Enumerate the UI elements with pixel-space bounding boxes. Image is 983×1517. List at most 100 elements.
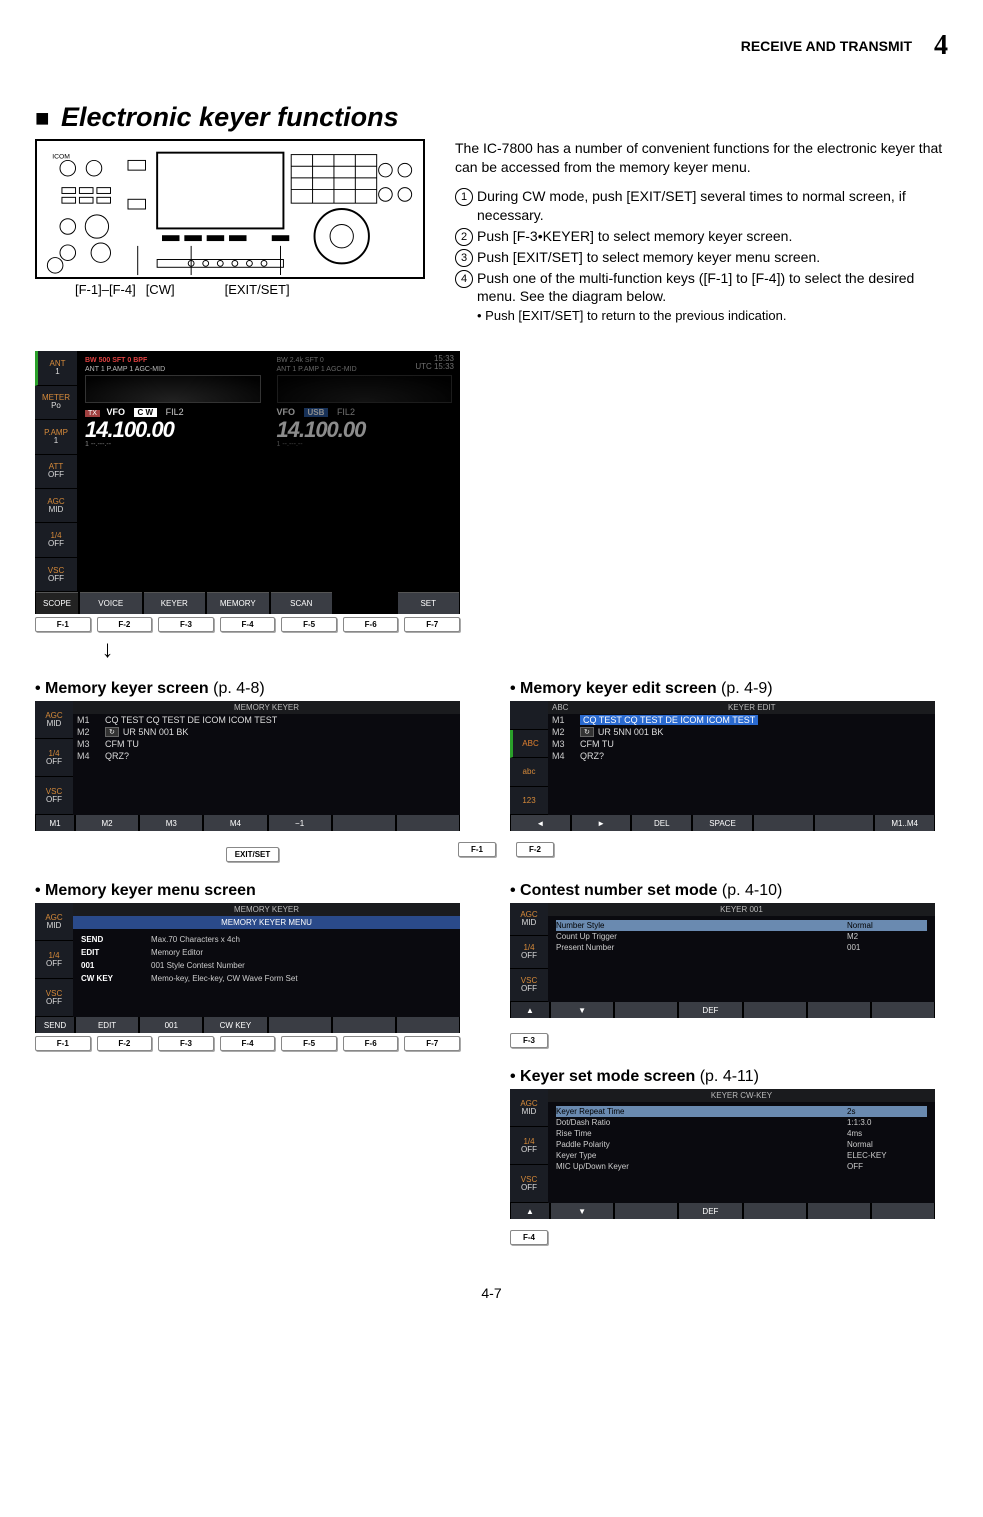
side-button: P.AMP1 — [35, 420, 77, 454]
fkey-label: F-4 — [220, 1036, 276, 1051]
soft-button: EDIT — [76, 1017, 138, 1033]
tab: VOICE — [80, 592, 142, 614]
caption-contest: • Contest number set mode (p. 4-10) — [510, 882, 945, 900]
soft-button: SEND — [36, 1017, 74, 1033]
fkey-label: F-5 — [281, 617, 337, 632]
fkey-label: F-3 — [158, 617, 214, 632]
side-button: AGCMID — [35, 489, 77, 523]
page-header: RECEIVE AND TRANSMIT 4 — [35, 30, 948, 62]
intro-text: The IC-7800 has a number of convenient f… — [455, 139, 948, 177]
steps-list: 1During CW mode, push [EXIT/SET] several… — [455, 187, 948, 307]
fkey-label: F-2 — [97, 617, 153, 632]
side-button: 1/4OFF — [35, 523, 77, 557]
caption-edit: • Memory keyer edit screen (p. 4-9) — [510, 680, 945, 698]
chapter-number: 4 — [934, 30, 948, 62]
soft-button: DEF — [679, 1203, 741, 1219]
soft-button — [397, 1017, 459, 1033]
side-button: ANT1 — [35, 351, 77, 385]
soft-button: M1..M4 — [875, 815, 934, 831]
soft-button — [872, 1002, 934, 1018]
svg-text:ICOM: ICOM — [52, 153, 70, 160]
fkey-label: F-1 — [35, 617, 91, 632]
soft-button: ► — [572, 815, 631, 831]
side-button: AGCMID — [510, 903, 548, 936]
caption-menu: • Memory keyer menu screen — [35, 882, 470, 900]
caption-mem-keyer: • Memory keyer screen (p. 4-8) — [35, 680, 470, 698]
tab: SET — [398, 592, 460, 614]
soft-button: ▲ — [511, 1002, 549, 1018]
soft-button — [815, 815, 874, 831]
exitset-chip: EXIT/SET — [226, 847, 280, 862]
soft-button: DEL — [632, 815, 691, 831]
side-button: AGCMID — [35, 701, 73, 739]
side-button: VSCOFF — [510, 969, 548, 1002]
soft-button: ◄ — [511, 815, 570, 831]
freq-sub: 14.100.00 — [277, 417, 453, 443]
step-2: Push [F-3•KEYER] to select memory keyer … — [477, 227, 948, 246]
main-display-screenshot: ANT1METERPoP.AMP1ATTOFFAGCMID1/4OFFVSCOF… — [35, 351, 460, 614]
tab: KEYER — [144, 592, 206, 614]
soft-button — [333, 815, 395, 831]
soft-button — [615, 1203, 677, 1219]
side-button: VSCOFF — [35, 558, 77, 592]
side-button: VSCOFF — [35, 777, 73, 815]
soft-button — [872, 1203, 934, 1219]
caption-keyerset: • Keyer set mode screen (p. 4-11) — [510, 1068, 945, 1086]
soft-button: M2 — [76, 815, 138, 831]
keyer-edit-screenshot: ABCabc123 ABCKEYER EDIT M1CQ TEST CQ TES… — [510, 701, 935, 831]
fkey-label: F-2 — [97, 1036, 153, 1051]
f2-chip: F-2 — [516, 842, 554, 857]
fkey-label: F-6 — [343, 617, 399, 632]
tab-scope: SCOPE — [36, 592, 78, 614]
page-title: ■ Electronic keyer functions — [35, 102, 948, 133]
arrow-down-icon: ↓ — [0, 638, 320, 662]
tab — [334, 592, 396, 614]
title-text: Electronic keyer functions — [61, 102, 399, 132]
side-button: AGCMID — [35, 903, 73, 941]
soft-button: DEF — [679, 1002, 741, 1018]
tab: SCAN — [271, 592, 333, 614]
soft-button — [615, 1002, 677, 1018]
soft-button: M3 — [140, 815, 202, 831]
side-button: 1/4OFF — [510, 1127, 548, 1165]
soft-button — [333, 1017, 395, 1033]
soft-button — [808, 1002, 870, 1018]
fkey-label: F-7 — [404, 1036, 460, 1051]
freq-main: 14.100.00 — [85, 417, 261, 443]
soft-button — [744, 1203, 806, 1219]
f1-chip: F-1 — [458, 842, 496, 857]
soft-button: ▼ — [551, 1002, 613, 1018]
callout-cw: [CW] — [146, 282, 175, 297]
soft-button: M4 — [204, 815, 266, 831]
f4-chip: F-4 — [510, 1230, 548, 1245]
soft-button: −1 — [269, 815, 331, 831]
section-title: RECEIVE AND TRANSMIT — [741, 38, 912, 54]
fkey-label: F-6 — [343, 1036, 399, 1051]
soft-button: ▲ — [511, 1203, 549, 1219]
soft-button: SPACE — [693, 815, 752, 831]
fkey-label: F-3 — [158, 1036, 214, 1051]
step-4: Push one of the multi-function keys ([F-… — [477, 269, 948, 307]
side-button: 1/4OFF — [510, 936, 548, 969]
radio-front-panel-diagram: ICOM — [35, 139, 425, 279]
side-button: METERPo — [35, 386, 77, 420]
fkey-label: F-7 — [404, 617, 460, 632]
page-number: 4-7 — [35, 1285, 948, 1301]
soft-button — [269, 1017, 331, 1033]
side-button: AGCMID — [510, 1089, 548, 1127]
callout-exitset: [EXIT/SET] — [225, 282, 290, 297]
soft-button: ▼ — [551, 1203, 613, 1219]
step-3: Push [EXIT/SET] to select memory keyer m… — [477, 248, 948, 267]
side-button: VSCOFF — [35, 979, 73, 1017]
soft-button — [808, 1203, 870, 1219]
soft-button: 001 — [140, 1017, 202, 1033]
memory-keyer-screenshot: AGCMID1/4OFFVSCOFF MEMORY KEYER M1CQ TES… — [35, 701, 460, 831]
title-bullet: ■ — [35, 105, 50, 132]
fkey-row-main: F-1 F-2 F-3 F-4 F-5 F-6 F-7 — [35, 617, 460, 632]
fkey-label: F-4 — [220, 617, 276, 632]
soft-button: CW KEY — [204, 1017, 266, 1033]
fkey-label: F-1 — [35, 1036, 91, 1051]
soft-button — [744, 1002, 806, 1018]
side-button: ATTOFF — [35, 455, 77, 489]
s-meter-right — [277, 375, 453, 403]
